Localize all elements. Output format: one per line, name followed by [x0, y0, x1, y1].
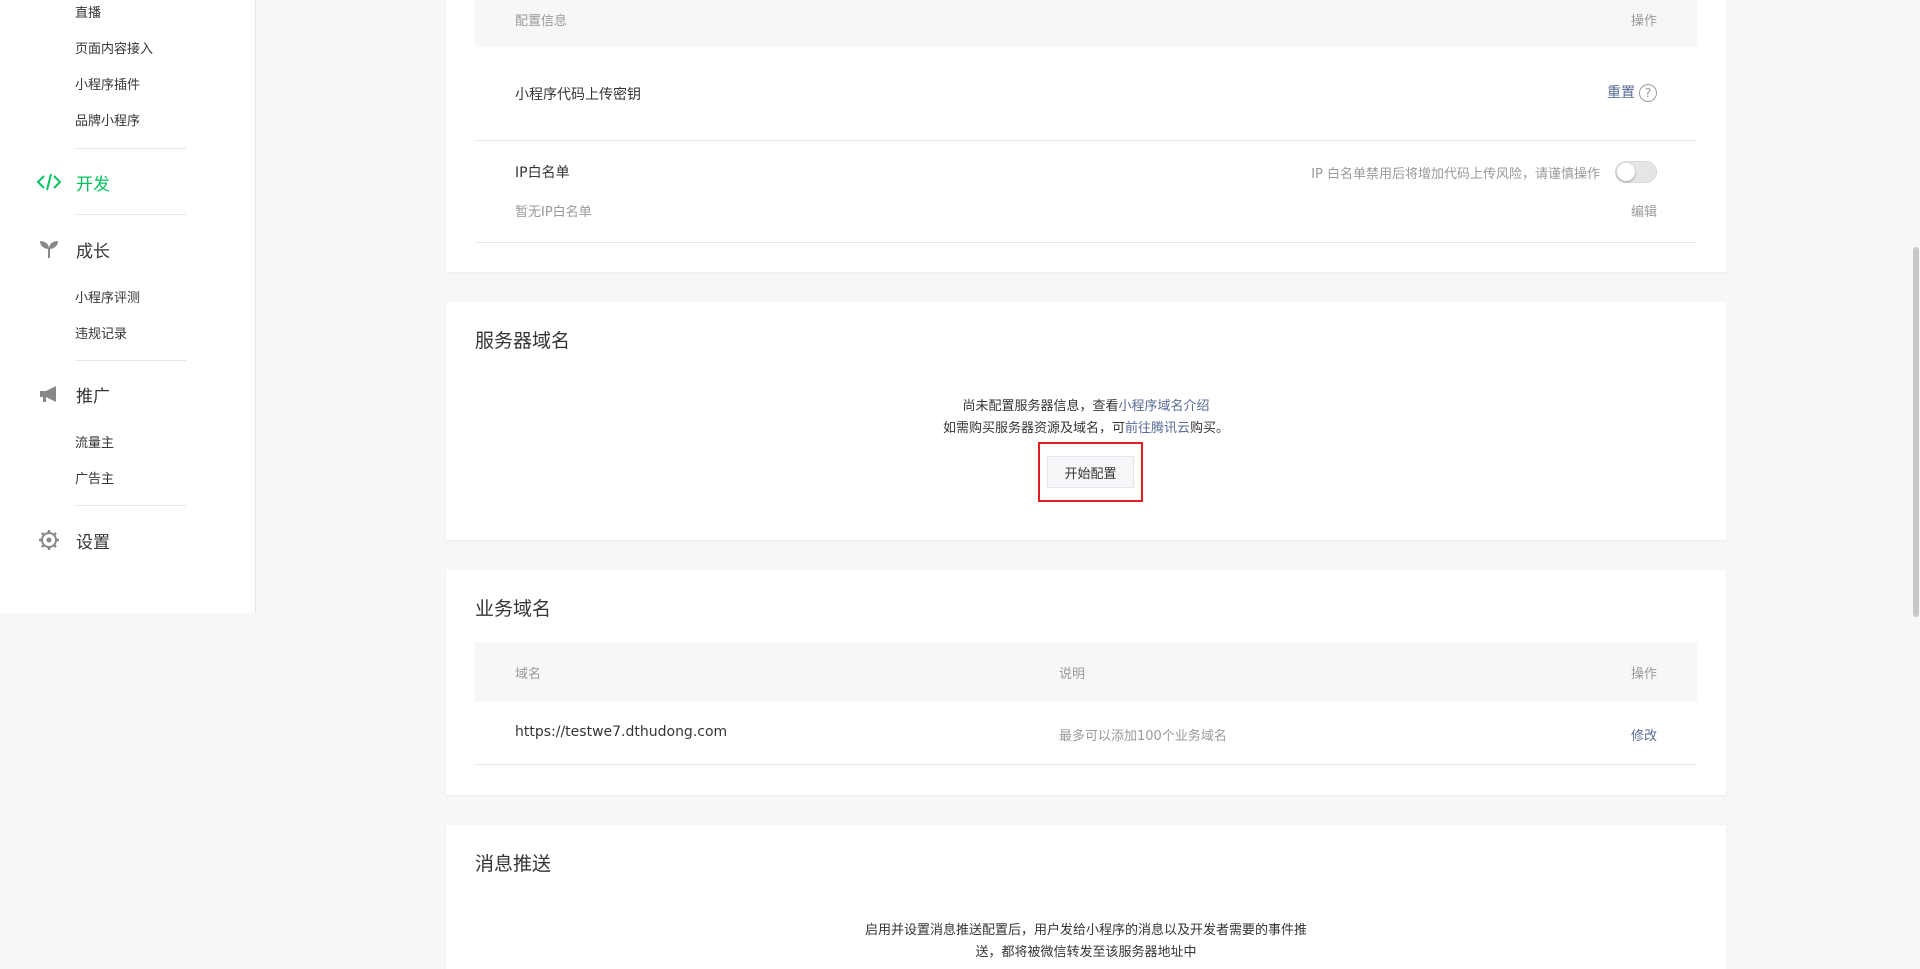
col-action: 操作 [1630, 667, 1657, 682]
sidebar-item-live[interactable]: 直播 [75, 5, 101, 23]
row-divider [475, 140, 1697, 141]
sidebar-divider [75, 148, 186, 149]
edit-link[interactable]: 编辑 [1631, 201, 1657, 220]
message-push-card: 消息推送 启用并设置消息推送配置后，用户发给小程序的消息以及开发者需要的事件推 … [446, 825, 1726, 969]
start-config-button[interactable]: 开始配置 [1047, 456, 1134, 488]
sidebar-divider [75, 360, 186, 361]
tencent-cloud-link[interactable]: 前往腾讯云 [1125, 421, 1190, 436]
row-divider [475, 242, 1697, 243]
config-card: 配置信息 操作 小程序代码上传密钥 重置? IP白名单 IP 白名单禁用后将增加… [446, 0, 1726, 272]
ip-whitelist-toggle[interactable] [1615, 161, 1657, 183]
sidebar-divider [75, 214, 186, 215]
col-domain: 域名 [515, 667, 542, 682]
business-table-header: 域名 说明 操作 [475, 642, 1697, 702]
gear-icon [36, 527, 62, 553]
sidebar-item-settings-label: 设置 [76, 532, 110, 553]
message-push-title: 消息推送 [475, 853, 552, 875]
sidebar-item-growth[interactable]: 成长 [36, 236, 110, 262]
sidebar-item-violations[interactable]: 违规记录 [75, 326, 127, 344]
sidebar-item-promo-label: 推广 [76, 386, 110, 407]
message-push-desc-line2: 送，都将被微信转发至该服务器地址中 [975, 945, 1197, 960]
sidebar-item-dev-label: 开发 [76, 174, 110, 195]
sidebar-item-page-content[interactable]: 页面内容接入 [75, 41, 153, 59]
ip-whitelist-empty: 暂无IP白名单 [515, 205, 592, 220]
code-icon [36, 169, 62, 195]
upload-key-label: 小程序代码上传密钥 [515, 87, 641, 103]
server-info-line1: 尚未配置服务器信息，查看小程序域名介绍 [446, 395, 1726, 414]
highlight-box: 开始配置 [1038, 442, 1143, 502]
server-info-line2-text: 如需购买服务器资源及域名，可 [942, 421, 1125, 436]
ip-whitelist-label: IP白名单 [515, 165, 570, 181]
sidebar-item-settings[interactable]: 设置 [36, 527, 110, 553]
sidebar-item-growth-label: 成长 [76, 241, 110, 262]
toggle-knob [1617, 163, 1635, 181]
scrollbar-thumb[interactable] [1913, 247, 1919, 617]
message-push-desc-line1: 启用并设置消息推送配置后，用户发给小程序的消息以及开发者需要的事件推 [864, 923, 1307, 938]
reset-group: 重置? [1607, 82, 1657, 102]
sidebar-item-brand[interactable]: 品牌小程序 [75, 113, 140, 131]
sidebar: 直播 页面内容接入 小程序插件 品牌小程序 开发 成长 小程序评测 违规记录 推… [0, 0, 256, 613]
megaphone-icon [36, 381, 62, 407]
sidebar-item-evaluation[interactable]: 小程序评测 [75, 290, 140, 308]
business-domain-title: 业务域名 [475, 598, 552, 620]
modify-link[interactable]: 修改 [1631, 725, 1657, 744]
config-header-label: 配置信息 [515, 14, 568, 29]
config-table-header: 配置信息 操作 [475, 0, 1697, 47]
domain-cell: https://testwe7.dthudong.com [515, 724, 728, 740]
config-header-action: 操作 [1630, 14, 1657, 29]
sprout-icon [36, 236, 62, 262]
desc-cell: 最多可以添加100个业务域名 [1059, 729, 1227, 744]
server-info-line2: 如需购买服务器资源及域名，可前往腾讯云购买。 [446, 417, 1726, 436]
scrollbar[interactable] [1912, 0, 1920, 969]
sidebar-item-dev[interactable]: 开发 [36, 169, 110, 195]
sidebar-item-plugin[interactable]: 小程序插件 [75, 77, 140, 95]
ip-whitelist-warning: IP 白名单禁用后将增加代码上传风险，请谨慎操作 [1311, 167, 1600, 182]
business-domain-card: 业务域名 域名 说明 操作 https://testwe7.dthudong.c… [446, 570, 1726, 795]
sidebar-item-traffic-owner[interactable]: 流量主 [75, 435, 114, 453]
server-domain-card: 服务器域名 尚未配置服务器信息，查看小程序域名介绍 如需购买服务器资源及域名，可… [446, 302, 1726, 540]
help-icon[interactable]: ? [1639, 84, 1657, 102]
server-domain-title: 服务器域名 [475, 330, 571, 352]
sidebar-divider [75, 505, 186, 506]
domain-intro-link[interactable]: 小程序域名介绍 [1119, 399, 1210, 414]
server-info-line2-suffix: 购买。 [1190, 421, 1230, 436]
reset-link[interactable]: 重置 [1607, 85, 1635, 101]
col-desc: 说明 [1059, 667, 1086, 682]
sidebar-item-advertiser[interactable]: 广告主 [75, 471, 114, 489]
row-divider [475, 764, 1697, 765]
server-info-line1-text: 尚未配置服务器信息，查看 [962, 399, 1119, 414]
sidebar-item-promo[interactable]: 推广 [36, 381, 110, 407]
